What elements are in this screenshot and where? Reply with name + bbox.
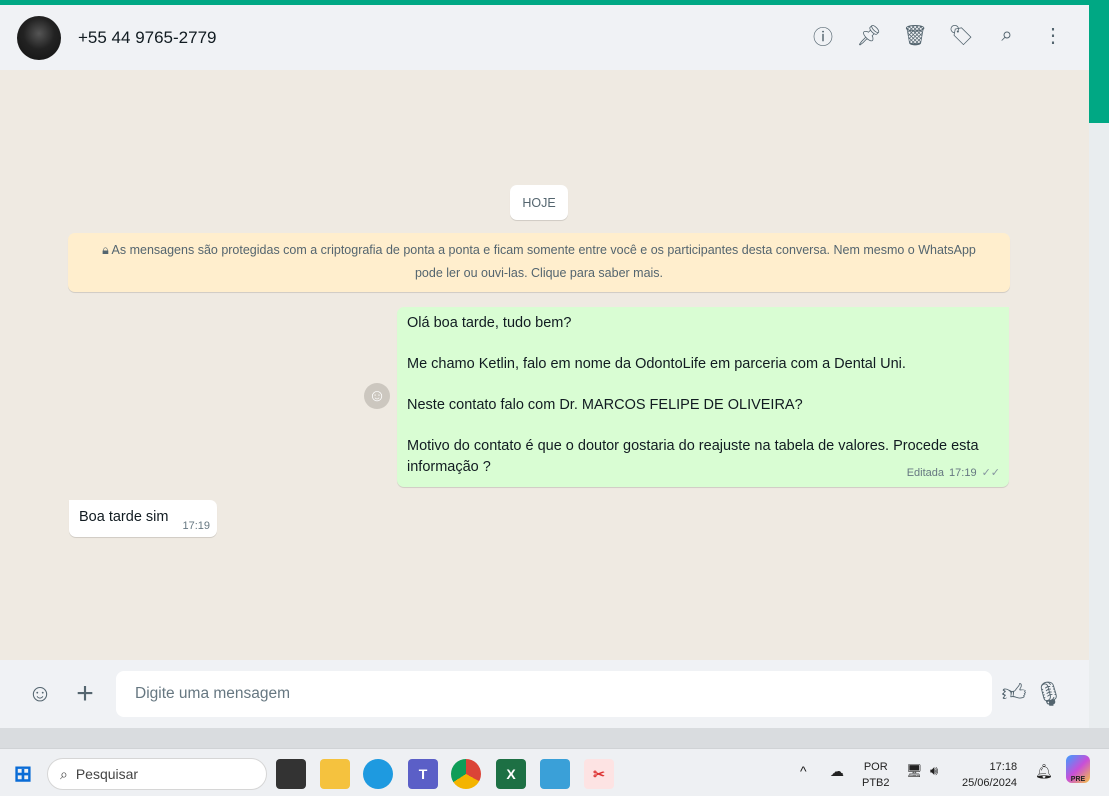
thumbs-up-icon[interactable]: 👍︎ (1000, 680, 1028, 708)
task-view-icon[interactable] (276, 759, 306, 789)
avatar[interactable] (17, 15, 61, 60)
contact-name[interactable]: +55 44 9765-2779 (78, 28, 217, 48)
scrollbar[interactable] (1089, 5, 1109, 728)
date-badge: HOJE (510, 185, 568, 220)
edge-icon[interactable] (363, 759, 393, 789)
windows-start-icon[interactable]: ⊞ (8, 759, 38, 789)
pin-icon[interactable]: 📌︎ (856, 23, 881, 47)
edited-label: Editada (906, 466, 945, 479)
teams-icon[interactable]: T (408, 759, 438, 789)
onedrive-icon[interactable]: ☁ (830, 763, 844, 779)
double-check-icon: ✓✓ (981, 466, 1000, 479)
snipping-tool-icon[interactable]: ✂ (584, 759, 614, 789)
language-indicator[interactable]: POR PTB2 (862, 759, 890, 791)
message-time: 17:19 (949, 466, 977, 479)
info-icon[interactable]: ⓘ (811, 23, 835, 49)
plus-icon[interactable]: + (71, 677, 99, 710)
emoji-reaction-button[interactable]: ☺ (364, 383, 390, 409)
label-icon[interactable]: 🏷︎ (948, 23, 973, 47)
delete-icon[interactable]: 🗑︎ (902, 23, 927, 47)
network-icon[interactable]: 🖥︎ (906, 763, 923, 779)
emoji-icon[interactable]: ☺ (26, 680, 54, 708)
chrome-icon[interactable] (451, 759, 481, 789)
taskbar: ⊞ ⌕ Pesquisar T X ✂ ^ ☁ POR PTB2 🖥︎ 🔊︎ 17:… (0, 748, 1109, 796)
message-time: 17:19 (182, 520, 210, 532)
message-input[interactable] (116, 671, 992, 717)
menu-icon[interactable]: ⋮ (1041, 23, 1065, 47)
excel-icon[interactable]: X (496, 759, 526, 789)
clock[interactable]: 17:18 25/06/2024 (962, 759, 1017, 791)
composer: ☺ + 👍︎ 🎙︎ (0, 660, 1089, 728)
search-icon[interactable]: ⌕ (995, 23, 1019, 47)
chat-header: +55 44 9765-2779 ⓘ 📌︎ 🗑︎ 🏷︎ ⌕ ⋮ (0, 5, 1089, 70)
scrollbar-thumb[interactable] (1089, 5, 1109, 123)
chevron-up-icon[interactable]: ^ (800, 763, 807, 779)
copilot-icon[interactable]: PRE (1066, 755, 1090, 783)
outgoing-message[interactable]: Olá boa tarde, tudo bem? Me chamo Ketlin… (397, 307, 1009, 487)
microphone-icon[interactable]: 🎙︎ (1034, 680, 1064, 708)
file-explorer-icon[interactable] (320, 759, 350, 789)
taskbar-search[interactable]: ⌕ Pesquisar (47, 758, 267, 790)
incoming-message[interactable]: Boa tarde sim 17:19 (69, 500, 217, 537)
search-icon: ⌕ (60, 765, 68, 782)
chat-area: HOJE 🔒︎ As mensagens são protegidas com … (0, 70, 1089, 660)
notepad-icon[interactable] (540, 759, 570, 789)
volume-icon[interactable]: 🔊︎ (930, 763, 938, 779)
notification-bell-icon[interactable]: 🔔︎ (1035, 763, 1053, 779)
encryption-notice[interactable]: 🔒︎ As mensagens são protegidas com a cri… (68, 233, 1010, 292)
lock-icon: 🔒︎ (102, 243, 112, 257)
